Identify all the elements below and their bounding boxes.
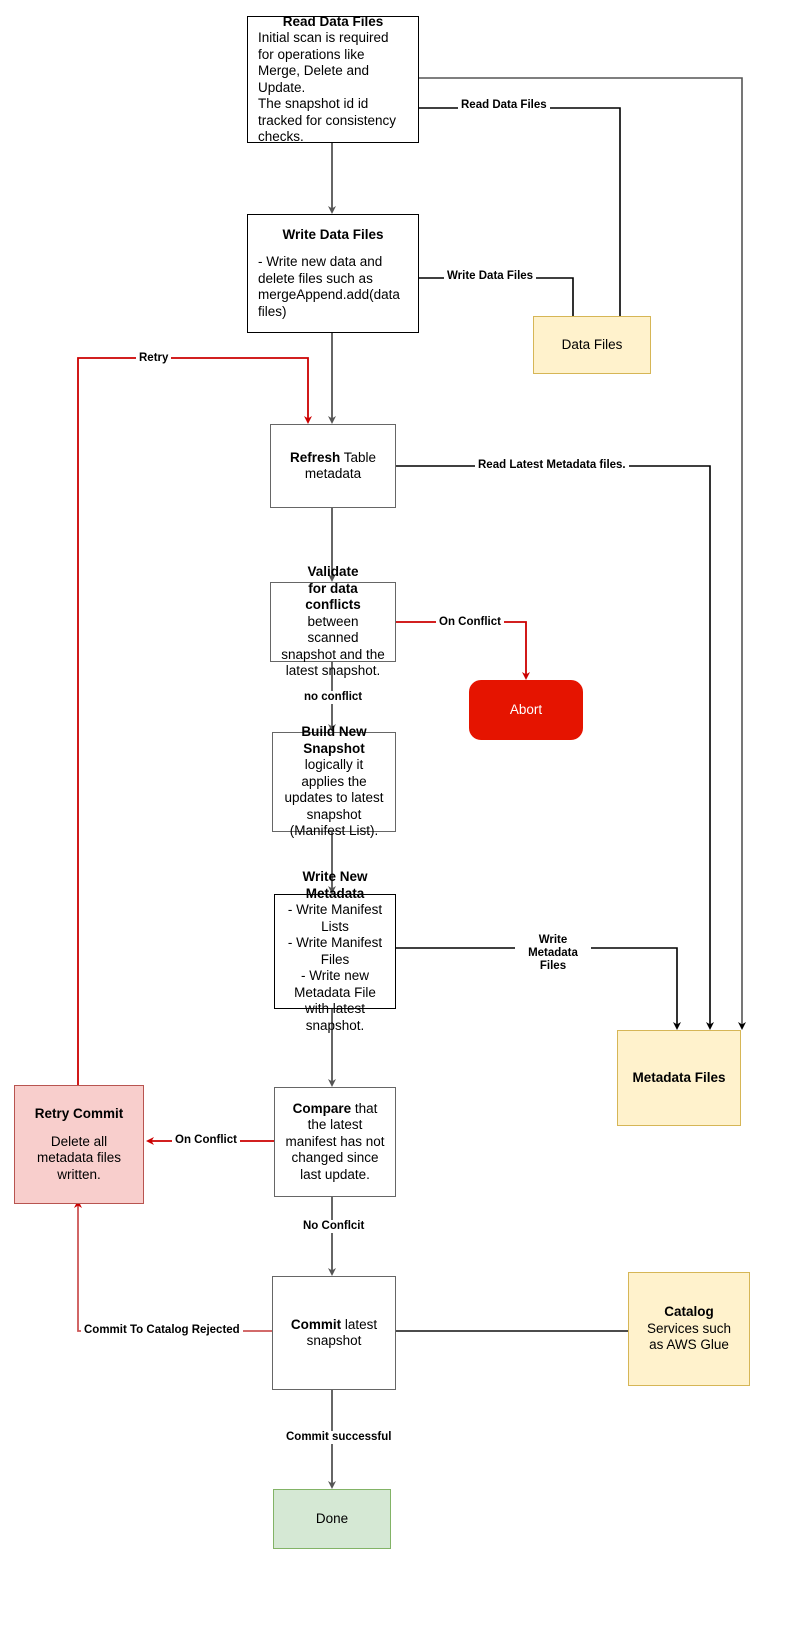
edge-label-read-data-files: Read Data Files bbox=[458, 99, 550, 112]
node-data-files-label: Data Files bbox=[561, 336, 623, 352]
edge-label-on-conflict-compare: On Conflict bbox=[172, 1134, 240, 1147]
flowchart-canvas: Read Data Files Initial scan is required… bbox=[0, 0, 804, 1640]
node-read-data-files-body: Initial scan is required for operations … bbox=[258, 30, 397, 144]
node-metadata-files-label: Metadata Files bbox=[632, 1069, 726, 1085]
node-refresh-table-metadata[interactable]: Refresh Table metadata bbox=[270, 424, 396, 508]
node-write-new-metadata-title: Write New Metadata bbox=[302, 869, 368, 901]
node-catalog[interactable]: Catalog Services such as AWS Glue bbox=[628, 1272, 750, 1386]
node-data-files-store[interactable]: Data Files bbox=[533, 316, 651, 374]
node-compare-text: Compare that the latest manifest has not… bbox=[275, 1101, 395, 1184]
node-validate-body: between scanned snapshot and the latest … bbox=[281, 613, 385, 679]
node-write-data-files-title: Write Data Files bbox=[282, 226, 384, 242]
node-retry-commit[interactable]: Retry Commit Delete all metadata files w… bbox=[14, 1085, 144, 1204]
node-build-new-snapshot-title: Build New Snapshot bbox=[301, 724, 367, 756]
node-retry-commit-title: Retry Commit bbox=[34, 1106, 124, 1121]
node-compare-title: Compare bbox=[292, 1100, 352, 1116]
node-refresh-rest: Table bbox=[340, 449, 377, 465]
edge-label-no-conflict-compare: No Conflcit bbox=[300, 1220, 368, 1233]
node-validate[interactable]: Validate for data conflicts between scan… bbox=[270, 564, 396, 678]
node-retry-commit-body: Delete all metadata files written. bbox=[36, 1133, 122, 1182]
node-validate-title-2: for data conflicts bbox=[305, 580, 361, 613]
edge-validate-to-abort bbox=[396, 621, 530, 680]
edge-label-commit-to-catalog-rejected: Commit To Catalog Rejected bbox=[81, 1324, 243, 1337]
node-refresh-line2: metadata bbox=[304, 466, 362, 481]
node-abort-label: Abort bbox=[509, 701, 543, 717]
edge-label-write-metadata-files: Write Metadata Files bbox=[515, 934, 591, 973]
node-read-data-files-title: Read Data Files bbox=[282, 13, 384, 29]
node-metadata-files-store[interactable]: Metadata Files bbox=[617, 1030, 741, 1126]
node-done-label: Done bbox=[315, 1510, 349, 1526]
node-validate-text: Validate for data conflicts between scan… bbox=[271, 564, 395, 680]
edge-label-commit-successful: Commit successful bbox=[283, 1431, 395, 1444]
node-refresh-text: Refresh Table metadata bbox=[280, 450, 386, 483]
node-write-data-files-body: - Write new data and delete files such a… bbox=[258, 254, 400, 319]
node-commit-text: Commit latest snapshot bbox=[281, 1317, 387, 1350]
edge-read-data-files-to-store bbox=[419, 107, 624, 326]
edge-commit-rejected-to-retrycommit bbox=[74, 1200, 274, 1332]
node-write-new-metadata-body: - Write Manifest Lists - Write Manifest … bbox=[287, 902, 383, 1033]
node-read-data-files[interactable]: Read Data Files Initial scan is required… bbox=[247, 13, 419, 144]
node-refresh-title: Refresh bbox=[289, 449, 341, 465]
edge-label-retry: Retry bbox=[136, 352, 172, 365]
edge-label-read-latest-metadata: Read Latest Metadata files. bbox=[475, 459, 629, 472]
node-compare[interactable]: Compare that the latest manifest has not… bbox=[274, 1087, 396, 1197]
edge-read-to-metadata-files bbox=[419, 77, 746, 1030]
node-validate-title-1: Validate bbox=[307, 564, 359, 580]
node-build-new-snapshot[interactable]: Build New Snapshot logically it applies … bbox=[272, 724, 396, 838]
node-write-new-metadata[interactable]: Write New Metadata - Write Manifest List… bbox=[274, 869, 396, 1033]
node-done[interactable]: Done bbox=[273, 1489, 391, 1549]
node-commit[interactable]: Commit latest snapshot bbox=[272, 1276, 396, 1390]
node-catalog-title: Catalog bbox=[664, 1304, 714, 1320]
node-catalog-rest: Services such as AWS Glue bbox=[646, 1320, 732, 1353]
edge-label-no-conflict-validate: no conflict bbox=[301, 691, 366, 704]
node-commit-title: Commit bbox=[290, 1316, 342, 1332]
node-abort[interactable]: Abort bbox=[469, 680, 583, 740]
edge-label-write-data-files: Write Data Files bbox=[444, 270, 537, 283]
node-commit-line2: snapshot bbox=[306, 1333, 362, 1348]
edge-label-on-conflict-validate: On Conflict bbox=[436, 616, 504, 629]
node-write-data-files[interactable]: Write Data Files - Write new data and de… bbox=[247, 214, 419, 333]
node-build-new-snapshot-body: logically it applies the updates to late… bbox=[284, 757, 384, 839]
node-catalog-text: Catalog Services such as AWS Glue bbox=[629, 1304, 749, 1354]
node-commit-rest: latest bbox=[341, 1316, 378, 1332]
